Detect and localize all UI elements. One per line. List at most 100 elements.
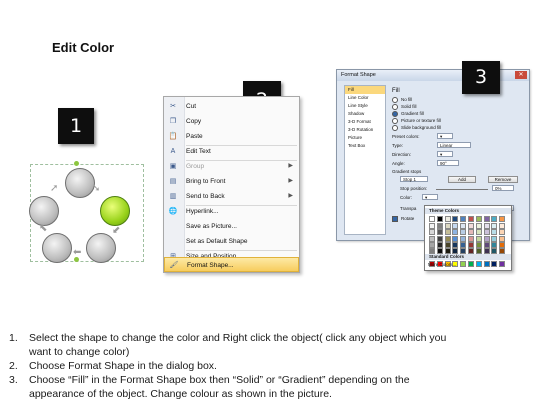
fill-option-no-fill[interactable]: No fill bbox=[392, 97, 412, 103]
rotate-checkbox[interactable]: Rotate bbox=[392, 216, 414, 222]
color-swatch[interactable] bbox=[452, 223, 459, 230]
color-swatch[interactable] bbox=[483, 229, 490, 236]
direction-dropdown[interactable]: ▾ bbox=[437, 151, 453, 157]
color-swatch[interactable] bbox=[429, 241, 435, 248]
cycle-circle-top[interactable] bbox=[65, 168, 95, 198]
color-swatch[interactable] bbox=[452, 229, 459, 236]
color-swatch[interactable] bbox=[491, 261, 498, 267]
category-3-d-format[interactable]: 3-D Format bbox=[345, 118, 385, 126]
stop-position-slider[interactable] bbox=[436, 189, 488, 190]
menu-item-format-shape[interactable]: 🖌 Format Shape... bbox=[164, 257, 299, 272]
color-swatch[interactable] bbox=[483, 223, 490, 230]
color-swatch[interactable] bbox=[499, 229, 506, 236]
color-swatch[interactable] bbox=[499, 261, 506, 267]
fill-option-solid-fill[interactable]: Solid fill bbox=[392, 104, 417, 110]
category-text-box[interactable]: Text Box bbox=[345, 142, 385, 150]
category-3-d-rotation[interactable]: 3-D Rotation bbox=[345, 126, 385, 134]
color-swatch[interactable] bbox=[475, 216, 482, 222]
color-swatch[interactable] bbox=[499, 216, 506, 222]
color-swatch[interactable] bbox=[468, 229, 474, 236]
radio-button[interactable] bbox=[392, 125, 398, 131]
color-swatch[interactable] bbox=[491, 235, 498, 242]
cycle-circle-selected[interactable] bbox=[100, 196, 130, 226]
radio-button[interactable] bbox=[392, 104, 398, 110]
angle-input[interactable]: 90° bbox=[437, 160, 459, 166]
category-picture[interactable]: Picture bbox=[345, 134, 385, 142]
color-swatch[interactable] bbox=[452, 216, 459, 222]
color-swatch[interactable] bbox=[452, 241, 459, 248]
fill-option-slide-background-fill[interactable]: Slide background fill bbox=[392, 125, 441, 131]
cycle-circle-left[interactable] bbox=[29, 196, 59, 226]
color-swatch[interactable] bbox=[429, 235, 435, 242]
color-swatch[interactable] bbox=[483, 216, 490, 222]
color-swatch[interactable] bbox=[460, 223, 467, 230]
category-fill[interactable]: Fill bbox=[345, 86, 385, 94]
color-swatch[interactable] bbox=[436, 229, 443, 236]
color-swatch[interactable] bbox=[444, 229, 451, 236]
close-button[interactable]: ✕ bbox=[515, 71, 527, 79]
color-swatch[interactable] bbox=[444, 216, 451, 222]
color-swatch[interactable] bbox=[444, 223, 451, 230]
cycle-circle-bottom-left[interactable] bbox=[42, 233, 72, 263]
menu-item-send-to-back[interactable]: ▥ Send to Back ▶ bbox=[164, 189, 299, 204]
color-swatch[interactable] bbox=[468, 235, 474, 242]
color-swatch[interactable] bbox=[468, 241, 474, 248]
color-swatch[interactable] bbox=[460, 235, 467, 242]
color-swatch[interactable] bbox=[483, 235, 490, 242]
category-line-color[interactable]: Line Color bbox=[345, 94, 385, 102]
color-swatch[interactable] bbox=[460, 216, 467, 222]
color-swatch[interactable] bbox=[483, 261, 490, 267]
color-swatch[interactable] bbox=[475, 241, 482, 248]
color-swatch[interactable] bbox=[491, 241, 498, 248]
stop-dropdown[interactable]: Stop 1 bbox=[400, 176, 428, 182]
menu-item-hyperlink[interactable]: 🌐 Hyperlink... bbox=[164, 204, 299, 219]
color-swatch[interactable] bbox=[436, 223, 443, 230]
color-swatch[interactable] bbox=[491, 229, 498, 236]
color-swatch[interactable] bbox=[499, 223, 506, 230]
color-swatch[interactable] bbox=[460, 261, 467, 267]
color-swatch[interactable] bbox=[436, 241, 443, 248]
menu-item-cut[interactable]: ✂ Cut bbox=[164, 99, 299, 114]
color-swatch[interactable] bbox=[429, 216, 435, 222]
color-swatch[interactable] bbox=[499, 235, 506, 242]
color-swatch[interactable] bbox=[460, 229, 467, 236]
color-swatch[interactable] bbox=[444, 241, 451, 248]
color-swatch[interactable] bbox=[491, 216, 498, 222]
menu-item-save-as-picture[interactable]: Save as Picture... bbox=[164, 219, 299, 234]
color-swatch[interactable] bbox=[436, 216, 443, 222]
color-swatch[interactable] bbox=[429, 229, 435, 236]
color-swatch[interactable] bbox=[436, 235, 443, 242]
color-swatch[interactable] bbox=[452, 235, 459, 242]
menu-item-set-as-default-shape[interactable]: Set as Default Shape bbox=[164, 234, 299, 249]
radio-button[interactable] bbox=[392, 118, 398, 124]
more-colors-link[interactable]: More Colors... bbox=[428, 262, 456, 267]
type-dropdown[interactable]: Linear bbox=[437, 142, 471, 148]
menu-item-paste[interactable]: 📋 Paste bbox=[164, 129, 299, 144]
radio-button[interactable] bbox=[392, 97, 398, 103]
fill-option-picture-or-texture-fill[interactable]: Picture or texture fill bbox=[392, 118, 441, 124]
color-swatch[interactable] bbox=[468, 216, 474, 222]
fill-option-gradient-fill[interactable]: Gradient fill bbox=[392, 111, 424, 117]
color-dropdown[interactable]: ▾ bbox=[422, 194, 438, 200]
cycle-circle-bottom-right[interactable] bbox=[86, 233, 116, 263]
color-swatch[interactable] bbox=[483, 241, 490, 248]
stop-position-input[interactable]: 0% bbox=[492, 185, 514, 191]
color-swatch[interactable] bbox=[475, 261, 482, 267]
radio-button[interactable] bbox=[392, 111, 398, 117]
add-stop-button[interactable]: Add bbox=[448, 176, 476, 183]
color-swatch[interactable] bbox=[468, 223, 474, 230]
menu-item-group[interactable]: ▣ Group ▶ bbox=[164, 159, 299, 174]
preset-colors-dropdown[interactable]: ▾ bbox=[437, 133, 453, 139]
color-swatch[interactable] bbox=[475, 223, 482, 230]
menu-item-edit-text[interactable]: A Edit Text bbox=[164, 144, 299, 159]
color-swatch[interactable] bbox=[499, 241, 506, 248]
color-swatch[interactable] bbox=[429, 223, 435, 230]
color-swatch[interactable] bbox=[491, 223, 498, 230]
menu-item-bring-to-front[interactable]: ▤ Bring to Front ▶ bbox=[164, 174, 299, 189]
menu-item-copy[interactable]: ❐ Copy bbox=[164, 114, 299, 129]
color-swatch[interactable] bbox=[444, 235, 451, 242]
category-line-style[interactable]: Line Style bbox=[345, 102, 385, 110]
color-swatch[interactable] bbox=[460, 241, 467, 248]
color-swatch[interactable] bbox=[468, 261, 474, 267]
color-swatch[interactable] bbox=[475, 229, 482, 236]
